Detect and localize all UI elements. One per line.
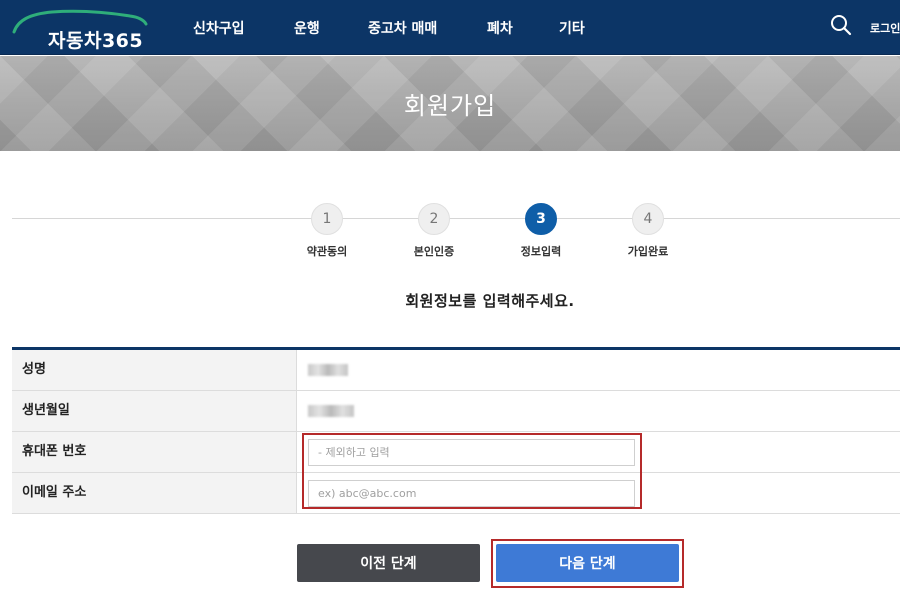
step-number: 2	[418, 203, 450, 235]
step-label: 본인인증	[413, 245, 455, 258]
page-title: 회원가입	[403, 92, 497, 120]
nav-item-scrap[interactable]: 폐차	[487, 18, 513, 38]
birthdate-value-blurred	[308, 405, 354, 417]
step-label: 정보입력	[520, 245, 562, 258]
previous-step-button[interactable]: 이전 단계	[297, 544, 480, 582]
nav-item-used-car-trade[interactable]: 중고차 매매	[368, 18, 437, 38]
search-icon[interactable]	[830, 14, 852, 36]
name-label: 성명	[12, 350, 297, 390]
login-link[interactable]: 로그인	[870, 20, 900, 36]
step-identity-verification: 2 본인인증	[404, 203, 464, 259]
email-label: 이메일 주소	[12, 473, 297, 513]
phone-label: 휴대폰 번호	[12, 432, 297, 472]
form-row-email: 이메일 주소	[12, 473, 900, 514]
form-row-phone: 휴대폰 번호	[12, 432, 900, 473]
form-instruction: 회원정보를 입력해주세요.	[405, 292, 575, 310]
page-banner: 회원가입	[0, 56, 900, 151]
logo-text: 자동차365	[48, 30, 144, 52]
phone-input[interactable]	[308, 439, 635, 466]
step-number: 4	[632, 203, 664, 235]
email-input[interactable]	[308, 480, 635, 507]
name-value-blurred	[308, 364, 348, 376]
nav-item-other[interactable]: 기타	[559, 18, 585, 38]
site-logo[interactable]: 자동차365	[10, 6, 150, 52]
member-info-form: 성명 생년월일 휴대폰 번호 이메일 주소	[12, 347, 900, 514]
step-label: 약관동의	[306, 245, 348, 258]
step-number: 1	[311, 203, 343, 235]
birthdate-label: 생년월일	[12, 391, 297, 431]
step-terms-agreement: 1 약관동의	[297, 203, 357, 259]
next-step-button[interactable]: 다음 단계	[496, 544, 679, 582]
step-info-input: 3 정보입력	[511, 203, 571, 259]
step-signup-complete: 4 가입완료	[618, 203, 678, 259]
step-number: 3	[525, 203, 557, 235]
form-row-birthdate: 생년월일	[12, 391, 900, 432]
nav-item-driving[interactable]: 운행	[294, 18, 320, 38]
nav-item-new-car[interactable]: 신차구입	[193, 18, 245, 38]
form-row-name: 성명	[12, 350, 900, 391]
step-label: 가입완료	[627, 245, 669, 258]
top-header: 자동차365 신차구입 운행 중고차 매매 폐차 기타 로그인	[0, 0, 900, 55]
